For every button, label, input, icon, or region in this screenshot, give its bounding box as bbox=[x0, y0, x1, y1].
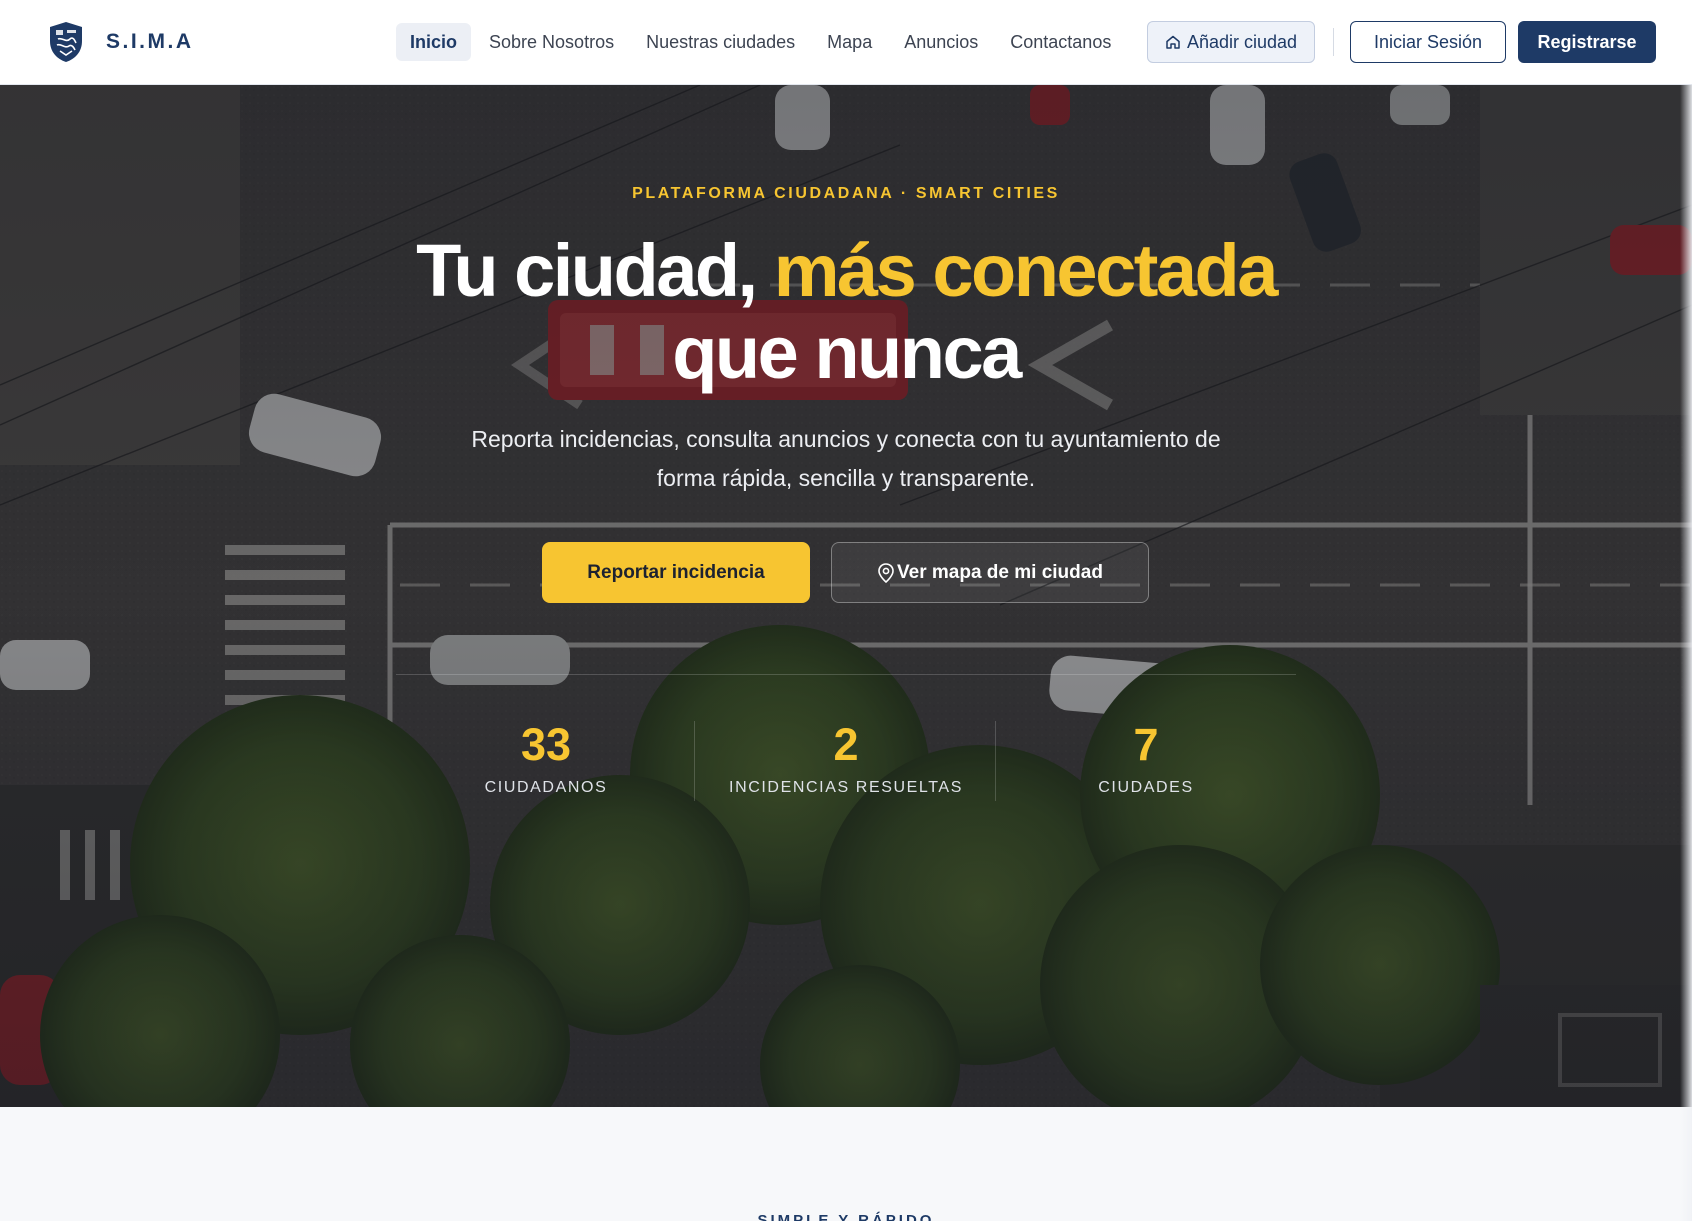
hero-subtitle: Reporta incidencias, consulta anuncios y… bbox=[471, 426, 1221, 491]
report-incident-button[interactable]: Reportar incidencia bbox=[542, 542, 810, 603]
navbar: S.I.M.A Inicio Sobre Nosotros Nuestras c… bbox=[0, 0, 1692, 85]
map-pin-icon bbox=[878, 562, 894, 583]
stat-resolved-label: INCIDENCIAS RESUELTAS bbox=[729, 779, 963, 796]
add-city-button[interactable]: Añadir ciudad bbox=[1147, 21, 1315, 63]
stat-cities: 7 CIUDADES bbox=[996, 721, 1296, 797]
stat-citizens-label: CIUDADANOS bbox=[484, 779, 608, 796]
stat-citizens-value: 33 bbox=[520, 719, 572, 770]
home-icon bbox=[1166, 35, 1180, 49]
view-city-map-label: Ver mapa de mi ciudad bbox=[897, 561, 1103, 583]
nav-link-inicio[interactable]: Inicio bbox=[396, 23, 472, 61]
nav-link-anuncios[interactable]: Anuncios bbox=[890, 23, 992, 61]
headline-part1: Tu ciudad, bbox=[416, 229, 774, 312]
stat-resolved-value: 2 bbox=[833, 719, 859, 770]
hero-headline: Tu ciudad, más conectada que nunca bbox=[0, 230, 1692, 394]
stat-cities-value: 7 bbox=[1133, 719, 1159, 770]
stat-cities-label: CIUDADES bbox=[1098, 779, 1194, 796]
nav-link-sobre-nosotros[interactable]: Sobre Nosotros bbox=[475, 23, 628, 61]
nav-divider bbox=[1333, 28, 1334, 56]
nav-link-nuestras-ciudades[interactable]: Nuestras ciudades bbox=[632, 23, 809, 61]
stat-citizens: 33 CIUDADANOS bbox=[396, 721, 696, 797]
hero-eyebrow: PLATAFORMA CIUDADANA · SMART CITIES bbox=[632, 185, 1060, 202]
shield-city-logo-icon bbox=[50, 22, 82, 62]
stats-divider bbox=[396, 674, 1296, 675]
hero-section: PLATAFORMA CIUDADANA · SMART CITIES Tu c… bbox=[0, 85, 1692, 1107]
section-eyebrow: SIMPLE Y RÁPIDO bbox=[757, 1212, 935, 1221]
nav-link-contactanos[interactable]: Contactanos bbox=[996, 23, 1125, 61]
page-edge-shadow bbox=[1680, 85, 1692, 1221]
nav-link-mapa[interactable]: Mapa bbox=[813, 23, 886, 61]
hero-content: PLATAFORMA CIUDADANA · SMART CITIES Tu c… bbox=[0, 85, 1692, 1107]
stat-separator bbox=[694, 721, 695, 801]
brand[interactable]: S.I.M.A bbox=[48, 21, 194, 63]
main-nav: Inicio Sobre Nosotros Nuestras ciudades … bbox=[396, 23, 1129, 61]
login-button[interactable]: Iniciar Sesión bbox=[1350, 21, 1506, 63]
headline-highlight: más conectada bbox=[773, 229, 1279, 312]
how-it-works-section: SIMPLE Y RÁPIDO bbox=[0, 1107, 1692, 1221]
view-city-map-button[interactable]: Ver mapa de mi ciudad bbox=[831, 542, 1149, 603]
stat-resolved-incidents: 2 INCIDENCIAS RESUELTAS bbox=[696, 721, 996, 797]
register-button[interactable]: Registrarse bbox=[1518, 21, 1656, 63]
brand-name: S.I.M.A bbox=[106, 30, 194, 53]
headline-part2: que nunca bbox=[672, 311, 1022, 394]
add-city-label: Añadir ciudad bbox=[1186, 31, 1298, 52]
